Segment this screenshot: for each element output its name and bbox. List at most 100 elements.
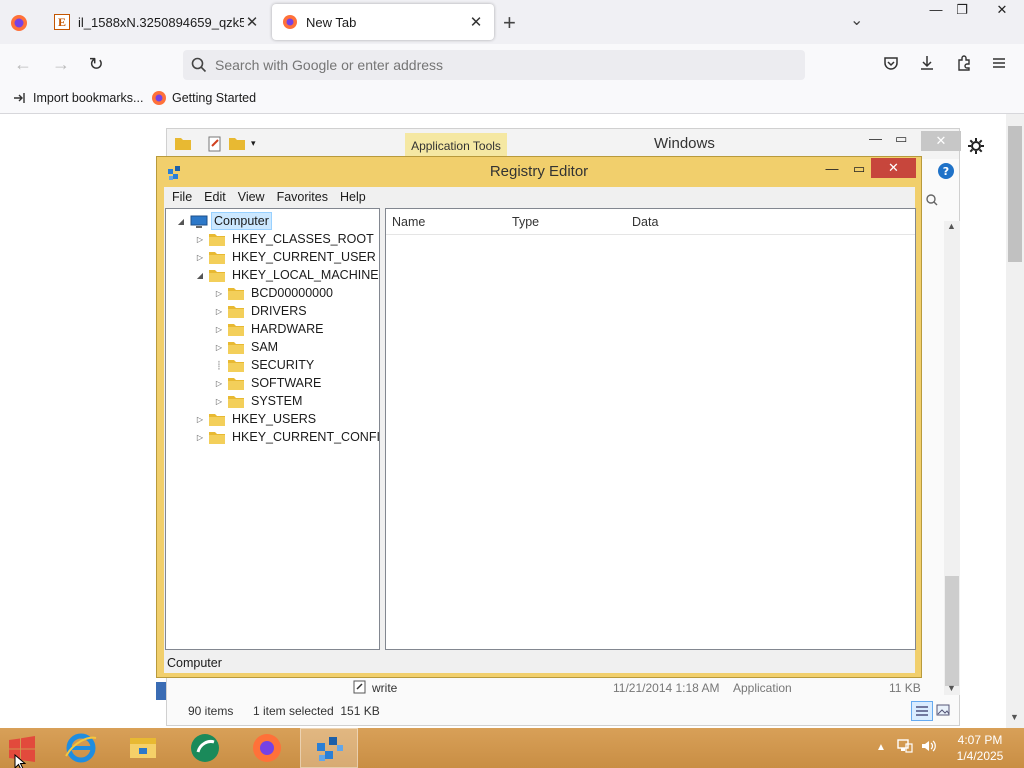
back-arrow-icon[interactable]: ← — [12, 53, 34, 75]
taskbar-clock[interactable]: 4:07 PM 1/4/2025 — [950, 732, 1010, 764]
explorer-minimize-button[interactable]: — — [869, 131, 882, 146]
gear-icon[interactable] — [967, 137, 985, 155]
tree-leaf-connector: ┊ — [216, 360, 222, 370]
restore-button[interactable]: ❐ — [945, 0, 979, 22]
collapsed-triangle-icon[interactable]: ▷ — [195, 415, 205, 424]
tab-image[interactable]: E il_1588xN.3250894659_qzk5.jpg ( ✕ — [44, 4, 270, 40]
regedit-minimize-button[interactable]: — — [821, 161, 843, 176]
scroll-down-icon[interactable]: ▼ — [947, 683, 956, 693]
tree-node[interactable]: ▷ HKEY_CURRENT_USER — [195, 248, 378, 266]
tree-node[interactable]: ◢ HKEY_LOCAL_MACHINE — [195, 266, 379, 284]
explorer-maximize-button[interactable]: ▭ — [895, 131, 907, 147]
forward-arrow-icon[interactable]: → — [50, 53, 72, 75]
tree-node-label: SYSTEM — [251, 394, 303, 408]
file-row[interactable]: write 11/21/2014 1:18 AM Application 11 … — [167, 677, 943, 699]
collapsed-triangle-icon[interactable]: ▷ — [214, 307, 224, 316]
firefox-icon[interactable] — [238, 728, 296, 768]
tree-node[interactable]: ▷ SOFTWARE — [214, 374, 323, 392]
menu-favorites[interactable]: Favorites — [271, 187, 334, 207]
tree-node[interactable]: ▷ BCD00000000 — [214, 284, 335, 302]
close-tab-icon[interactable]: ✕ — [244, 13, 260, 31]
expanded-triangle-icon[interactable]: ◢ — [176, 217, 186, 226]
tab-new-tab[interactable]: New Tab ✕ — [272, 4, 494, 40]
menu-view[interactable]: View — [232, 187, 271, 207]
explorer-close-button[interactable]: ✕ — [921, 131, 961, 151]
column-header-name[interactable]: Name — [392, 215, 425, 229]
collapsed-triangle-icon[interactable]: ▷ — [214, 379, 224, 388]
collapsed-triangle-icon[interactable]: ▷ — [195, 235, 205, 244]
tree-node[interactable]: ▷ HKEY_CLASSES_ROOT — [195, 230, 376, 248]
regedit-titlebar[interactable]: Registry Editor — ▭ ✕ — [157, 157, 921, 187]
downloads-icon[interactable] — [918, 54, 940, 76]
close-window-button[interactable]: ✕ — [980, 0, 1024, 22]
large-icons-view-icon[interactable] — [935, 702, 951, 718]
regedit-close-button[interactable]: ✕ — [871, 158, 916, 178]
tree-node[interactable]: ◢ Computer — [176, 212, 272, 230]
registry-editor-window[interactable]: Registry Editor — ▭ ✕ File Edit View Fav… — [156, 156, 922, 678]
mouse-cursor-icon — [14, 754, 26, 768]
collapsed-triangle-icon[interactable]: ▷ — [214, 343, 224, 352]
registry-editor-taskbar-icon[interactable] — [300, 728, 358, 768]
tab-title: il_1588xN.3250894659_qzk5.jpg ( — [78, 14, 244, 30]
chevron-down-icon[interactable]: ⌄ — [850, 10, 863, 30]
explorer-scrollbar[interactable]: ▲ ▼ — [944, 221, 960, 695]
collapsed-triangle-icon[interactable]: ▷ — [214, 289, 224, 298]
explorer-titlebar[interactable]: ▾ Application Tools Windows — ▭ ✕ — [167, 129, 961, 159]
folder-icon — [228, 305, 244, 318]
search-icon[interactable] — [925, 193, 945, 213]
firefox-favicon-icon — [282, 14, 298, 30]
tree-node[interactable]: ▷ HKEY_CURRENT_CONFIG — [195, 428, 379, 446]
search-input[interactable] — [215, 57, 775, 73]
registry-tree[interactable]: ◢ Computer ▷ HKEY_CLASSES_ROOT ▷ HKEY_CURRENT… — [165, 208, 380, 650]
scroll-up-icon[interactable]: ▲ — [947, 221, 956, 231]
expanded-triangle-icon[interactable]: ◢ — [195, 271, 205, 280]
reload-icon[interactable]: ↻ — [85, 53, 107, 75]
properties-icon[interactable] — [207, 136, 223, 152]
new-folder-icon[interactable] — [229, 136, 245, 150]
collapsed-triangle-icon[interactable]: ▷ — [214, 325, 224, 334]
regedit-maximize-button[interactable]: ▭ — [848, 161, 870, 177]
tree-node[interactable]: ▷ DRIVERS — [214, 302, 309, 320]
close-tab-icon[interactable]: ✕ — [468, 13, 484, 31]
internet-explorer-icon[interactable] — [52, 728, 110, 768]
pocket-icon[interactable] — [882, 54, 904, 76]
show-hidden-icons-chevron-icon[interactable]: ▲ — [876, 742, 886, 753]
menu-edit[interactable]: Edit — [198, 187, 232, 207]
tree-node[interactable]: ▷ HARDWARE — [214, 320, 325, 338]
column-header-data[interactable]: Data — [632, 215, 658, 229]
firefox-view-icon[interactable] — [8, 12, 30, 34]
tree-node[interactable]: ┊ SECURITY — [214, 356, 316, 374]
extensions-icon[interactable] — [955, 54, 977, 76]
green-app-icon[interactable] — [176, 728, 234, 768]
collapsed-triangle-icon[interactable]: ▷ — [195, 253, 205, 262]
volume-icon[interactable] — [920, 738, 938, 754]
file-explorer-icon[interactable] — [114, 728, 172, 768]
help-icon[interactable]: ? — [938, 163, 954, 179]
quick-access-dropdown-icon[interactable]: ▾ — [251, 138, 256, 149]
menu-hamburger-icon[interactable] — [990, 54, 1012, 76]
clock-time: 4:07 PM — [957, 733, 1003, 747]
menu-help[interactable]: Help — [334, 187, 372, 207]
scrollbar-thumb[interactable] — [1008, 126, 1022, 262]
tree-node[interactable]: ▷ SAM — [214, 338, 280, 356]
network-icon[interactable] — [896, 738, 914, 754]
collapsed-triangle-icon[interactable]: ▷ — [195, 433, 205, 442]
address-bar[interactable] — [183, 50, 805, 80]
folder-icon — [228, 395, 244, 408]
scrollbar-thumb[interactable] — [945, 576, 959, 686]
page-scrollbar[interactable]: ▼ — [1006, 114, 1024, 728]
clock-date: 1/4/2025 — [956, 749, 1004, 763]
tree-node[interactable]: ▷ HKEY_USERS — [195, 410, 318, 428]
navigation-toolbar: ← → ↻ — [0, 44, 1024, 84]
details-view-icon[interactable] — [911, 701, 933, 721]
import-bookmarks-link[interactable]: Import bookmarks... — [12, 90, 143, 106]
menu-file[interactable]: File — [166, 187, 198, 207]
tree-node[interactable]: ▷ SYSTEM — [214, 392, 304, 410]
new-tab-plus-icon[interactable]: + — [503, 10, 516, 36]
column-header-type[interactable]: Type — [512, 215, 539, 229]
file-name: write — [372, 681, 398, 695]
collapsed-triangle-icon[interactable]: ▷ — [214, 397, 224, 406]
registry-values-list[interactable]: Name Type Data — [385, 208, 916, 650]
scroll-down-icon[interactable]: ▼ — [1010, 712, 1019, 722]
getting-started-link[interactable]: Getting Started — [151, 90, 256, 106]
